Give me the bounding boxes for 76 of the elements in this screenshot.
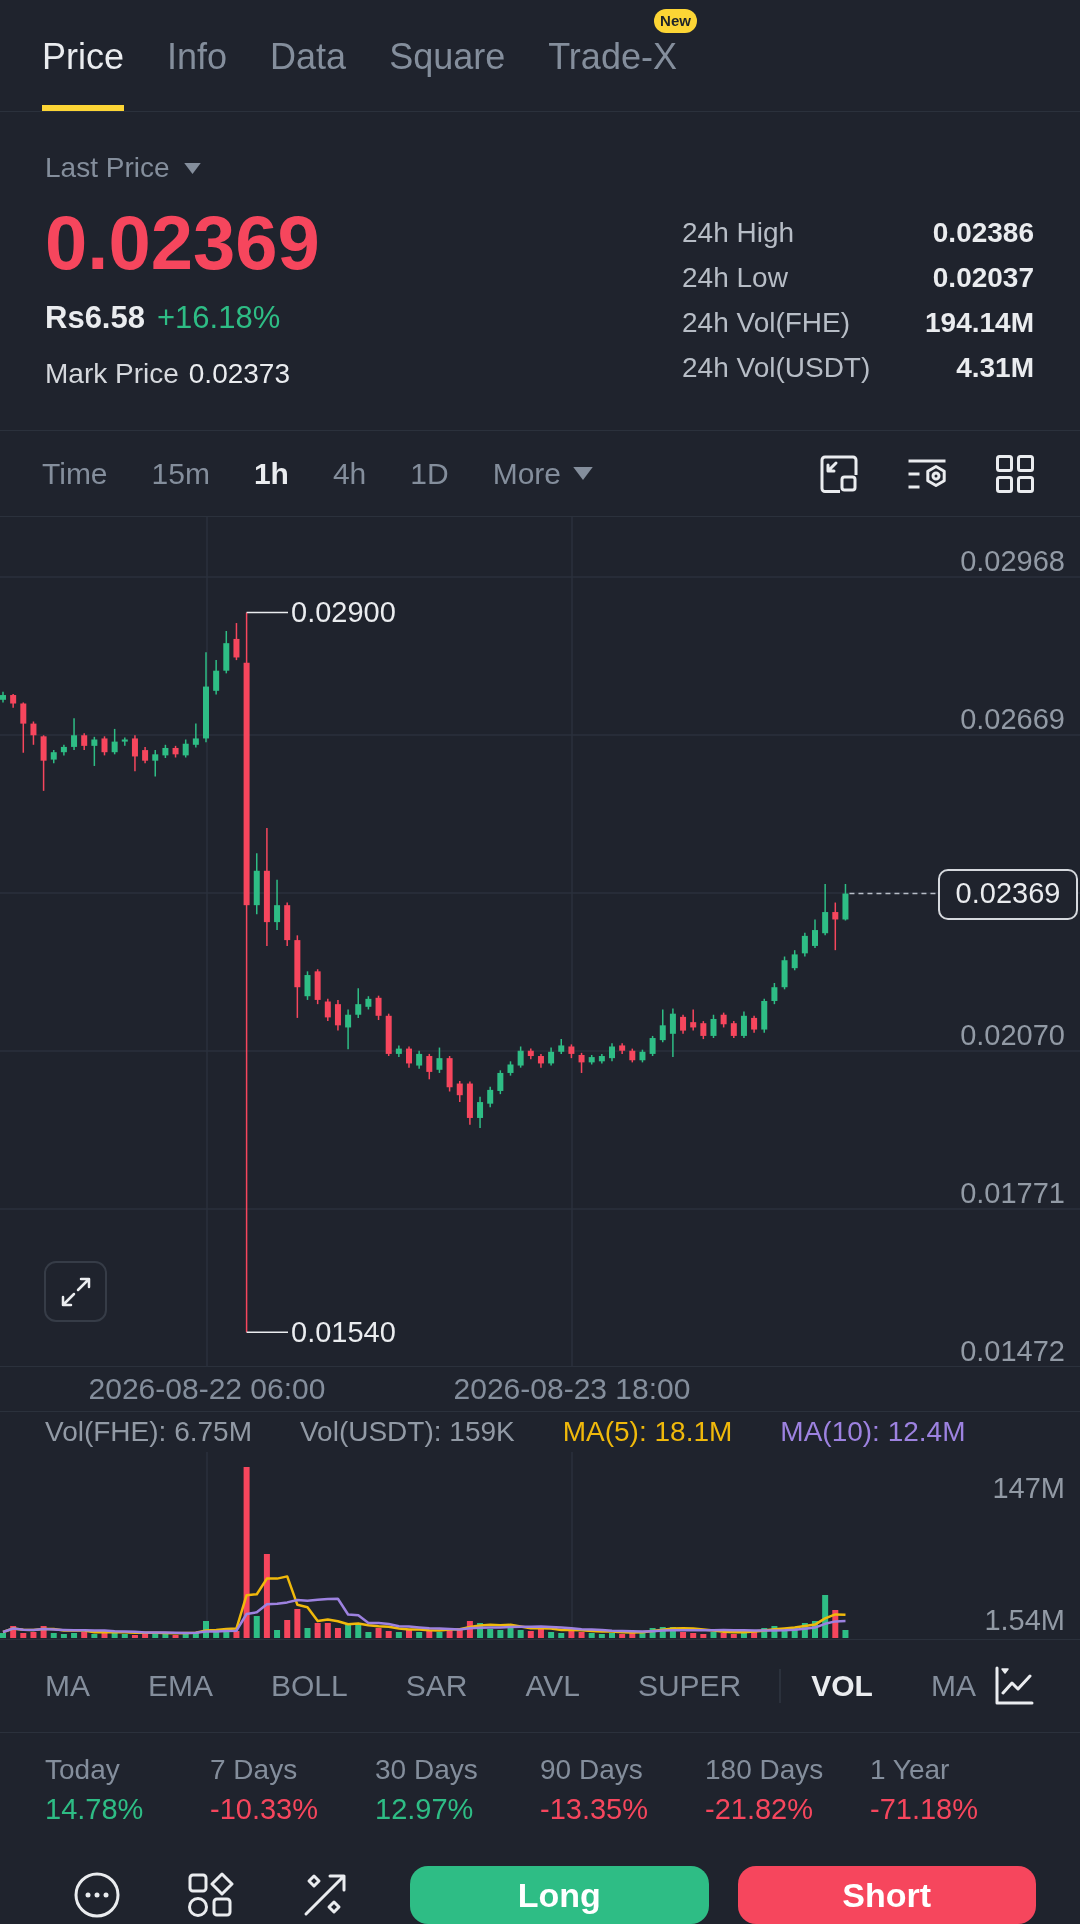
high-price-leader — [245, 611, 289, 614]
more-dropdown[interactable]: More — [492, 455, 594, 492]
time-axis-label: 2026-08-22 06:00 — [88, 1372, 326, 1406]
return-value: 14.78% — [45, 1792, 144, 1826]
more-icon[interactable] — [74, 1872, 120, 1918]
tab[interactable]: Trade-X — [548, 35, 677, 111]
caret-down-icon — [573, 467, 594, 480]
timeframe-tab[interactable]: 15m — [151, 455, 210, 492]
caret-down-icon — [183, 162, 201, 174]
stat-value: 4.31M — [956, 350, 1034, 385]
mark-price-value: 0.02373 — [188, 357, 290, 391]
shapes-icon[interactable] — [188, 1872, 234, 1918]
price-change: +16.18% — [156, 298, 281, 337]
stat-label: 24h Low — [682, 260, 788, 295]
last-price: 0.02369 — [45, 203, 320, 283]
low-price-leader — [245, 1331, 289, 1334]
return-value: -21.82% — [705, 1792, 813, 1826]
indicator-tab[interactable]: AVL — [525, 1668, 580, 1704]
price-axis-label: 0.01472 — [960, 1334, 1065, 1368]
square-arrow-icon[interactable] — [820, 454, 858, 493]
indicator-tab[interactable]: MA — [930, 1668, 976, 1704]
mark-price-label: Mark Price — [45, 357, 179, 391]
price-axis-label: 0.02669 — [960, 702, 1065, 736]
timeframe-tab[interactable]: 1h — [253, 455, 289, 492]
indicator-tab[interactable]: SUPER — [637, 1668, 742, 1704]
return-value: 12.97% — [375, 1792, 474, 1826]
timeframe-tab[interactable]: Time — [42, 455, 108, 492]
volume-legend-item: MA(10): 12.4M — [780, 1415, 966, 1449]
high-price-label: 0.02900 — [291, 595, 396, 630]
price-axis-label: 0.02070 — [960, 1018, 1065, 1052]
period-label: 1 Year — [870, 1753, 950, 1787]
volume-legend-item: Vol(USDT): 159K — [299, 1415, 515, 1449]
stat-label: 24h Vol(USDT) — [682, 350, 871, 385]
period-label: 180 Days — [705, 1753, 824, 1787]
volume-axis-label: 147M — [992, 1471, 1065, 1505]
fiat-price: Rs6.58 — [45, 298, 145, 337]
period-label: Today — [45, 1753, 120, 1787]
stat-value: 194.14M — [925, 305, 1034, 340]
indicator-tab[interactable]: VOL — [811, 1668, 873, 1704]
short-button[interactable]: Short — [737, 1866, 1036, 1924]
stat-label: 24h High — [682, 215, 795, 250]
stat-value: 0.02386 — [932, 215, 1034, 250]
expand-icon — [59, 1275, 92, 1308]
price-type-dropdown[interactable]: Last Price — [45, 152, 201, 184]
period-label: 30 Days — [375, 1753, 478, 1787]
tab[interactable]: Price — [42, 35, 125, 111]
indicator-tab[interactable]: MA — [45, 1668, 90, 1704]
indicator-tab[interactable]: EMA — [148, 1668, 213, 1704]
return-value: -13.35% — [540, 1792, 648, 1826]
price-axis-label: 0.01771 — [960, 1176, 1065, 1210]
time-axis-label: 2026-08-23 18:00 — [453, 1372, 691, 1406]
long-button[interactable]: Long — [410, 1866, 709, 1924]
tab[interactable]: Data — [270, 35, 347, 111]
indicator-tab[interactable]: SAR — [405, 1668, 468, 1704]
line-chart-icon[interactable] — [994, 1666, 1034, 1706]
indicator-tab[interactable]: BOLL — [271, 1668, 348, 1704]
period-label: 7 Days — [210, 1753, 298, 1787]
tab[interactable]: Square — [389, 35, 506, 111]
volume-axis-label: 1.54M — [984, 1603, 1065, 1637]
percent-arrow-icon[interactable] — [302, 1872, 348, 1918]
current-price-tag: 0.02369 — [938, 868, 1078, 920]
timeframe-tab[interactable]: 4h — [332, 455, 367, 492]
volume-legend-item: MA(5): 18.1M — [562, 1415, 733, 1449]
price-axis-label: 0.02968 — [960, 544, 1065, 578]
low-price-label: 0.01540 — [291, 1315, 396, 1350]
period-label: 90 Days — [540, 1753, 643, 1787]
stat-label: 24h Vol(FHE) — [682, 305, 851, 340]
expand-button[interactable] — [44, 1261, 107, 1322]
stat-value: 0.02037 — [932, 260, 1034, 295]
grid-icon[interactable] — [996, 454, 1034, 493]
new-badge: New — [654, 9, 697, 33]
timeframe-tab[interactable]: 1D — [410, 455, 449, 492]
return-value: -71.18% — [870, 1792, 978, 1826]
return-value: -10.33% — [210, 1792, 318, 1826]
volume-legend-item: Vol(FHE): 6.75M — [45, 1415, 252, 1449]
tab[interactable]: Info — [167, 35, 228, 111]
